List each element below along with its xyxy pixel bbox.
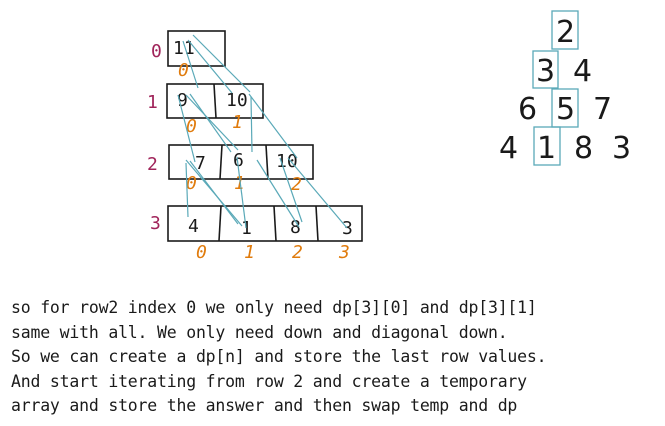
connector-line	[248, 93, 298, 159]
index-label-0-0: 0	[178, 60, 189, 81]
grid-cell-0-0-value: 11	[173, 38, 195, 59]
triangle-value-1-0: 3	[536, 54, 555, 89]
grid-cell-2-0-value: 7	[195, 153, 206, 174]
triangle-value-0-0: 2	[556, 15, 575, 50]
note-line: array and store the answer and then swap…	[11, 396, 518, 415]
triangle-value-2-1: 5	[556, 92, 575, 127]
triangle-value-3-0: 4	[499, 131, 518, 166]
triangle-value-3-3: 3	[612, 131, 631, 166]
triangle-value-3-2: 8	[574, 131, 593, 166]
grid-cell-3-1-value: 1	[241, 218, 252, 239]
row-label-1: 1	[147, 92, 158, 113]
grid-cell-1-0-value: 9	[177, 90, 188, 111]
row-label-3: 3	[150, 213, 161, 234]
grid-cell-3-3-value: 3	[342, 218, 353, 239]
connector-line	[189, 160, 239, 225]
note-line: so for row2 index 0 we only need dp[3][0…	[11, 298, 537, 317]
connector-line	[250, 96, 253, 153]
grid-divider	[273, 205, 277, 242]
grid-cell-1-1-value: 10	[226, 90, 248, 111]
dp-diagram: 0 11 0 1 9 10 0 1 2 7 6 10 0 1 2 3 4 1 8…	[147, 10, 631, 263]
grid-divider	[219, 144, 223, 180]
grid-cell-3-2-value: 8	[290, 217, 301, 238]
triangle-value-1-1: 4	[573, 54, 592, 89]
note-line: same with all. We only need down and dia…	[11, 322, 508, 342]
index-label-3-3: 3	[338, 242, 350, 263]
triangle-value-3-1: 1	[537, 131, 556, 166]
number-triangle: 2 3 4 6 5 7 4 1 8 3	[499, 10, 631, 166]
note-line: So we can create a dp[n] and store the l…	[11, 347, 547, 366]
explanation-notes: so for row2 index 0 we only need dp[3][0…	[11, 296, 547, 419]
row-label-2: 2	[147, 154, 158, 175]
dependency-connectors	[177, 34, 348, 229]
row-label-0: 0	[151, 41, 162, 62]
grid-divider	[315, 205, 319, 242]
index-label-3-0: 0	[196, 242, 207, 263]
triangle-value-2-2: 7	[593, 92, 612, 127]
index-label-3-2: 2	[292, 242, 303, 263]
grid-divider	[213, 83, 217, 119]
index-label-1-1: 1	[232, 112, 243, 133]
note-line: And start iterating from row 2 and creat…	[11, 371, 527, 391]
grid-divider	[218, 205, 222, 242]
index-label-2-2: 2	[291, 174, 302, 195]
triangle-value-2-0: 6	[518, 92, 537, 127]
grid-cell-3-0-value: 4	[188, 216, 199, 237]
index-label-3-1: 1	[244, 242, 255, 263]
dp-grid: 0 11 0 1 9 10 0 1 2 7 6 10 0 1 2 3 4 1 8…	[147, 30, 363, 263]
